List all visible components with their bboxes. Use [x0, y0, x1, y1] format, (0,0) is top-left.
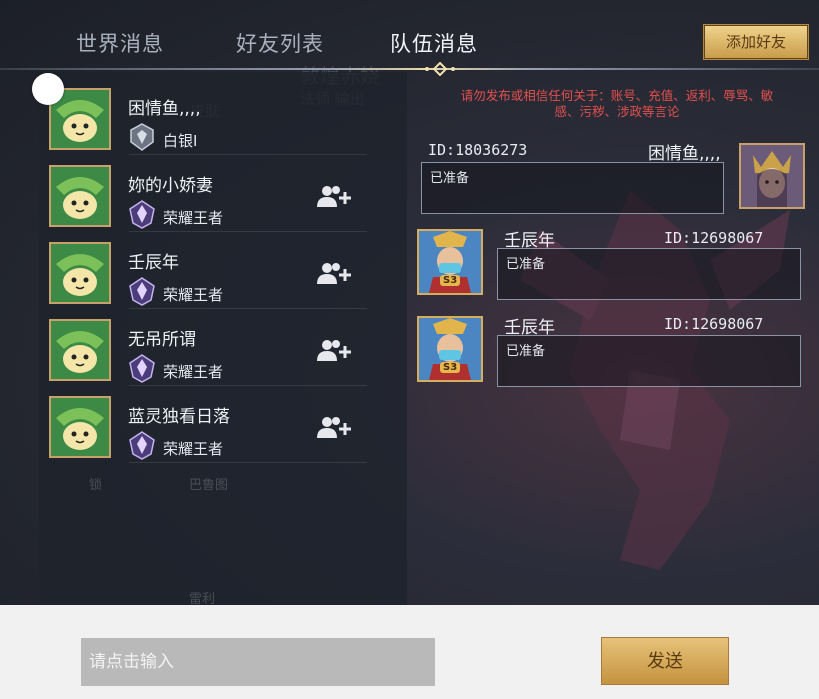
team-chat-screen: 敦煌赤娆 法师 输出 皮肤 世界消息 好友列表 队伍消息 添加好友 困情鱼,,,…	[0, 0, 819, 699]
add-friend-icon[interactable]	[315, 414, 355, 440]
tab-bar: 世界消息 好友列表 队伍消息 添加好友	[0, 0, 819, 76]
glory-king-rank-icon	[129, 354, 155, 383]
send-button[interactable]: 发送	[601, 637, 729, 685]
message-text: 已准备	[506, 257, 546, 272]
row-divider	[129, 154, 367, 155]
add-friend-icon[interactable]	[315, 260, 355, 286]
message-bubble: 已准备	[421, 162, 724, 214]
tab-world-messages[interactable]: 世界消息	[76, 28, 164, 58]
row-divider	[129, 231, 367, 232]
player-rank: 荣耀王者	[163, 209, 224, 227]
glory-king-rank-icon	[129, 200, 155, 229]
floating-assist-button[interactable]	[32, 73, 64, 105]
bg-map-label: 巴鲁图	[189, 478, 229, 493]
message-sender-name: 困情鱼,,,,	[648, 144, 721, 164]
sender-avatar: S3	[417, 316, 483, 382]
player-rank: 荣耀王者	[163, 440, 224, 458]
player-row[interactable]: 无吊所谓 荣耀王者	[39, 311, 407, 386]
add-friend-icon[interactable]	[315, 183, 355, 209]
player-name: 妳的小娇妻	[128, 176, 213, 196]
message-text: 已准备	[430, 171, 470, 186]
player-avatar	[49, 242, 111, 304]
silver-rank-icon	[130, 123, 154, 151]
season-badge: S3	[440, 362, 461, 373]
player-name: 蓝灵独看日落	[128, 407, 230, 427]
player-row[interactable]: 困情鱼,,,, 白银I	[39, 80, 407, 155]
player-row[interactable]: 壬辰年 荣耀王者	[39, 234, 407, 309]
player-rank: 荣耀王者	[163, 363, 224, 381]
player-row[interactable]: 妳的小娇妻 荣耀王者	[39, 157, 407, 232]
tab-team-messages[interactable]: 队伍消息	[390, 28, 478, 58]
active-tab-marker-icon	[425, 62, 455, 76]
player-name: 无吊所谓	[128, 330, 196, 350]
add-friend-icon[interactable]	[315, 337, 355, 363]
tab-friend-list[interactable]: 好友列表	[236, 28, 324, 58]
chat-warning-notice: 请勿发布或相信任何关于：账号、充值、返利、辱骂、敏感、污秽、涉政等言论	[460, 88, 774, 119]
season-badge: S3	[440, 275, 461, 286]
add-friend-button[interactable]: 添加好友	[703, 24, 809, 60]
player-avatar	[49, 319, 111, 381]
message-bubble: 已准备	[497, 248, 801, 300]
player-row[interactable]: 蓝灵独看日落 荣耀王者	[39, 388, 407, 463]
bg-lock-label: 锁	[89, 478, 103, 493]
player-rank: 荣耀王者	[163, 286, 224, 304]
glory-king-rank-icon	[129, 431, 155, 460]
glory-king-rank-icon	[129, 277, 155, 306]
player-name: 壬辰年	[128, 253, 179, 273]
row-divider	[129, 308, 367, 309]
team-player-list: 困情鱼,,,, 白银I 妳的小娇妻 荣耀王者 壬辰年 荣耀王者 无吊所谓 荣耀王…	[39, 72, 407, 607]
player-rank: 白银I	[163, 132, 198, 150]
row-divider	[129, 385, 367, 386]
row-divider	[129, 462, 367, 463]
player-avatar	[49, 165, 111, 227]
self-avatar	[739, 143, 805, 209]
tab-divider	[0, 68, 819, 70]
player-name: 困情鱼,,,,	[128, 99, 201, 119]
message-text: 已准备	[506, 344, 546, 359]
message-sender-id: ID:12698067	[664, 315, 764, 333]
sender-avatar: S3	[417, 229, 483, 295]
player-avatar	[49, 396, 111, 458]
message-bubble: 已准备	[497, 335, 801, 387]
chat-input[interactable]: 请点击输入	[81, 638, 435, 686]
message-sender-id: ID:18036273	[428, 141, 528, 159]
message-sender-id: ID:12698067	[664, 229, 764, 247]
